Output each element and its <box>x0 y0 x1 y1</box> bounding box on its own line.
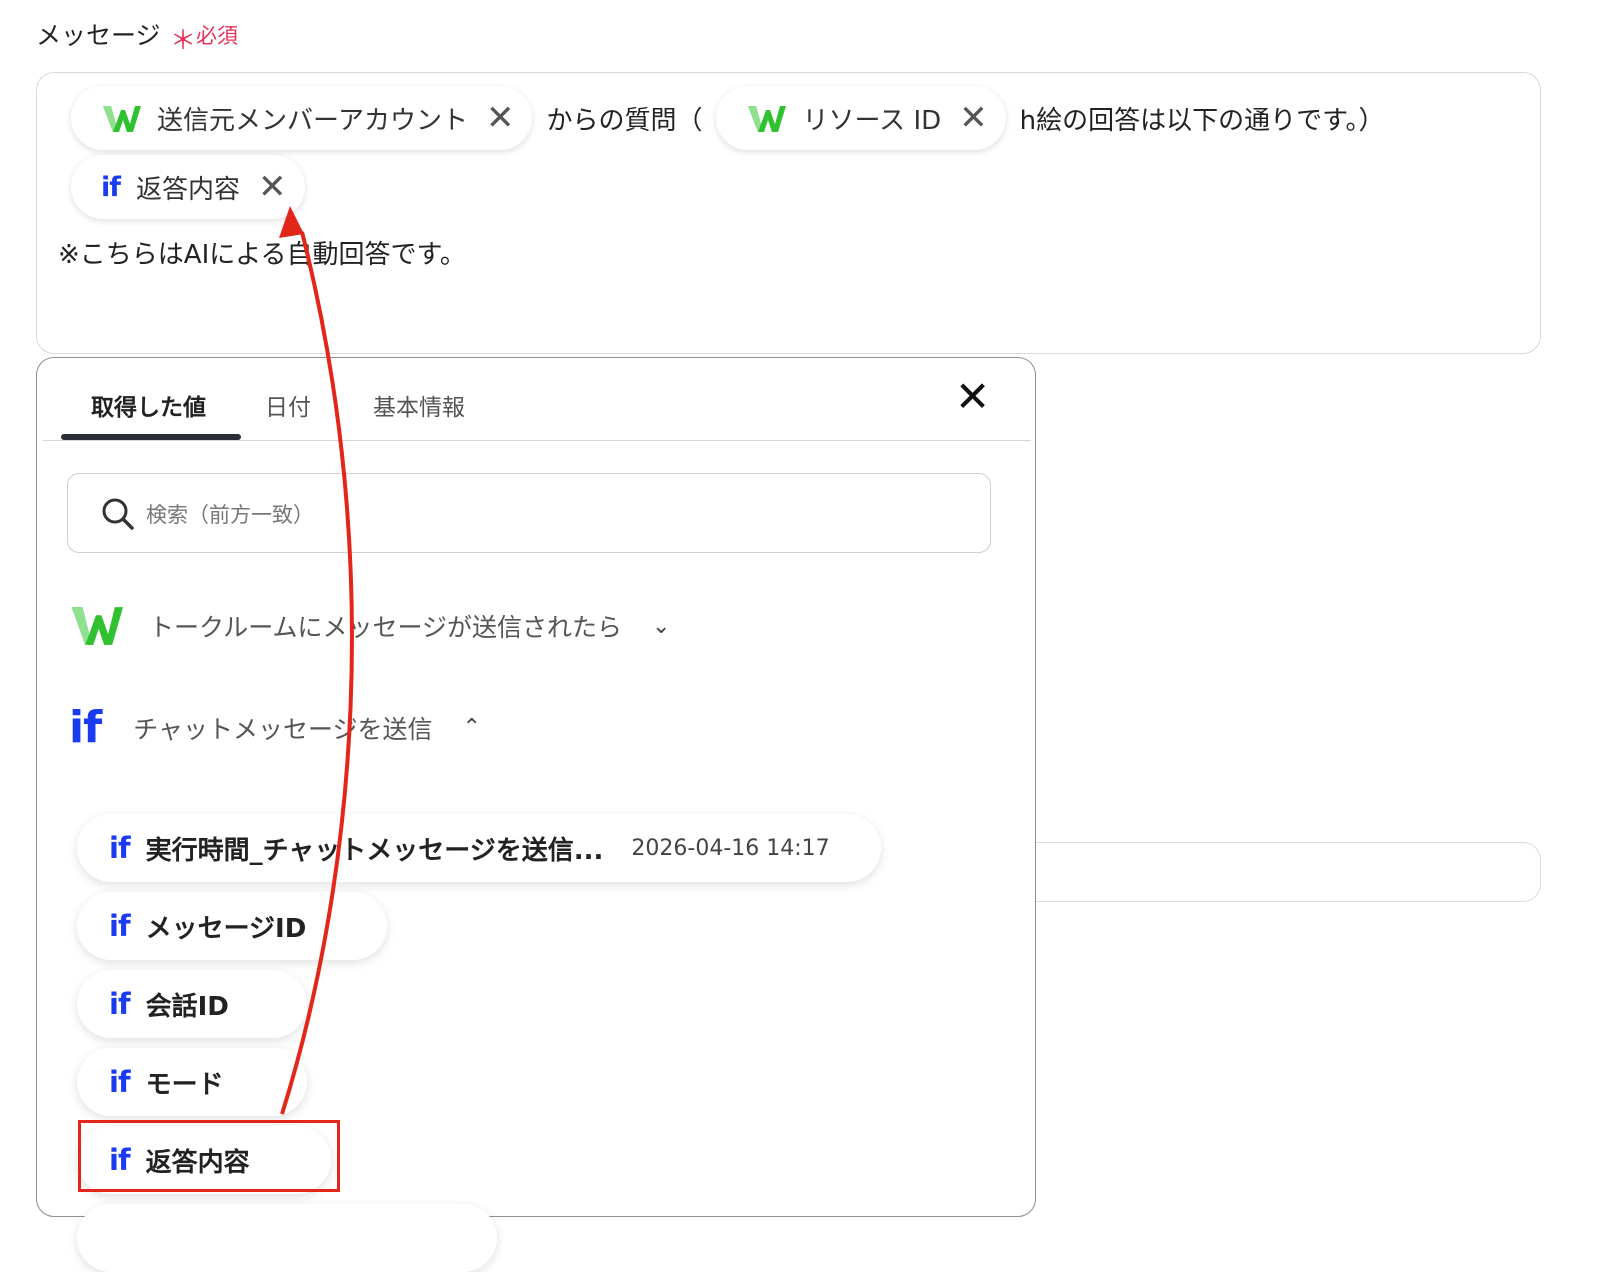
message-text: からの質問（ <box>546 105 703 136</box>
item-label: メッセージID <box>145 913 307 944</box>
variable-chip-resource-id[interactable]: リソース ID ✕ <box>716 86 1006 150</box>
if-logo-icon: if <box>69 702 102 753</box>
item-value: 2026-04-16 14:17 <box>631 835 830 861</box>
required-asterisk: ＊ <box>170 26 197 56</box>
chip-label: 返答内容 <box>136 174 241 205</box>
list-item-mode[interactable]: if モード <box>77 1048 307 1116</box>
chevron-up-icon[interactable]: ⌃ <box>463 715 481 740</box>
message-text: h絵の回答は以下の通りです。） <box>1019 105 1385 136</box>
close-icon[interactable]: ✕ <box>959 101 988 135</box>
message-field-label: メッセージ <box>36 21 161 50</box>
w-logo-icon <box>71 607 123 645</box>
list-item-execution-time[interactable]: if 実行時間_チャットメッセージを送信... 2026-04-16 14:17 <box>77 814 881 882</box>
chip-label: 送信元メンバーアカウント <box>157 105 468 136</box>
group-label: チャットメッセージを送信 <box>133 714 433 744</box>
if-logo-icon: if <box>109 909 131 943</box>
item-label: モード <box>145 1069 224 1100</box>
variable-chip-response[interactable]: if 返答内容 ✕ <box>71 155 305 219</box>
message-note: ※こちらはAIによる自動回答です。 <box>58 240 466 270</box>
message-editor[interactable]: 送信元メンバーアカウント ✕ からの質問（ リソース ID ✕ h絵の回答は以下… <box>36 72 1541 354</box>
list-item-partial[interactable] <box>77 1204 497 1272</box>
close-icon[interactable]: ✕ <box>258 170 287 204</box>
if-logo-icon: if <box>109 1065 131 1099</box>
search-icon <box>102 498 134 530</box>
list-item-message-id[interactable]: if メッセージID <box>77 892 387 960</box>
required-badge: 必須 <box>196 24 238 48</box>
message-line-1: 送信元メンバーアカウント ✕ からの質問（ リソース ID ✕ h絵の回答は以下… <box>71 86 1399 150</box>
if-logo-icon: if <box>109 831 131 865</box>
search-field[interactable] <box>67 473 991 553</box>
tab-basic-info[interactable]: 基本情報 <box>373 388 465 422</box>
w-logo-icon <box>103 106 141 132</box>
variable-chip-sender[interactable]: 送信元メンバーアカウント ✕ <box>71 86 533 150</box>
tab-acquired-values[interactable]: 取得した値 <box>91 388 206 422</box>
item-label: 会話ID <box>145 991 229 1022</box>
tab-date[interactable]: 日付 <box>265 388 311 422</box>
close-icon[interactable]: ✕ <box>955 376 990 418</box>
annotation-highlight-box <box>78 1120 340 1192</box>
tab-divider <box>43 440 1031 441</box>
w-logo-icon <box>748 106 787 132</box>
if-logo-icon: if <box>101 171 121 203</box>
if-logo-icon: if <box>109 987 131 1021</box>
group-talkroom-trigger[interactable]: トークルームにメッセージが送信されたら ⌄ <box>69 604 670 648</box>
background-input-field[interactable] <box>1000 842 1541 902</box>
chip-label: リソース ID <box>802 105 942 136</box>
list-item-conversation-id[interactable]: if 会話ID <box>77 970 307 1038</box>
group-chat-message[interactable]: if チャットメッセージを送信 ⌃ <box>69 702 481 753</box>
message-line-2: if 返答内容 ✕ <box>71 155 305 219</box>
item-label: 実行時間_チャットメッセージを送信... <box>145 835 604 866</box>
close-icon[interactable]: ✕ <box>486 101 515 135</box>
search-input[interactable] <box>144 494 948 536</box>
chevron-down-icon[interactable]: ⌄ <box>652 614 670 639</box>
group-label: トークルームにメッセージが送信されたら <box>149 613 623 642</box>
value-picker-panel: 取得した値 日付 基本情報 ✕ トークルームにメッセージが送信されたら ⌄ if… <box>36 357 1036 1272</box>
